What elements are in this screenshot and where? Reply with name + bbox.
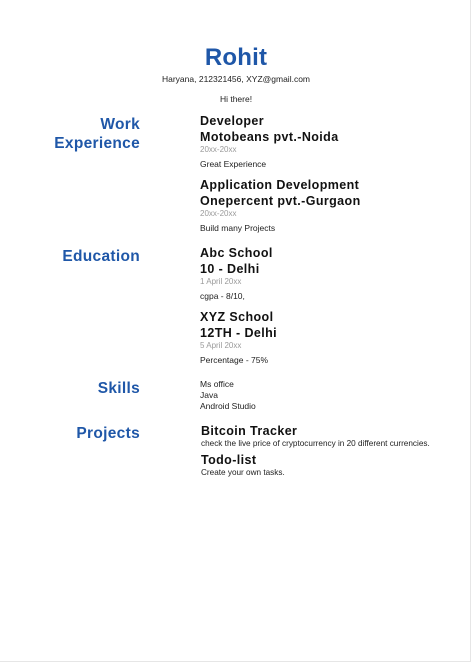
job-dates: 20xx-20xx xyxy=(200,209,237,218)
skills-list: Ms office Java Android Studio xyxy=(200,379,470,412)
school-date: 5 April 20xx xyxy=(200,341,242,350)
project-entry: Bitcoin Tracker check the live price of … xyxy=(201,424,471,449)
project-name: Bitcoin Tracker xyxy=(201,424,298,438)
candidate-name: Rohit xyxy=(204,44,268,71)
education-entry: Abc School 10 - Delhi 1 April 20xx cgpa … xyxy=(200,246,470,302)
section-title-line: Work xyxy=(100,116,140,133)
work-entry: Application Development Onepercent pvt.-… xyxy=(200,178,470,234)
school-date: 1 April 20xx xyxy=(200,277,242,286)
job-description: Great Experience xyxy=(200,159,267,169)
skill-item: Java xyxy=(200,390,218,400)
contact-info: Haryana, 212321456, XYZ@gmail.com xyxy=(161,74,310,84)
school-grade: 10 - Delhi xyxy=(200,261,260,276)
resume-header: Rohit Haryana, 212321456, XYZ@gmail.com … xyxy=(0,44,472,105)
school-name: Abc School xyxy=(200,246,273,260)
job-role: Application Development xyxy=(200,178,360,192)
skill-item: Ms office xyxy=(200,379,234,389)
job-role: Developer xyxy=(200,114,265,128)
school-score: cgpa - 8/10, xyxy=(200,291,245,301)
section-title-work-experience: Work Experience xyxy=(54,115,140,153)
section-title-skills: Skills xyxy=(97,380,140,397)
skill-item: Android Studio xyxy=(200,401,256,411)
section-title-line: Experience xyxy=(54,135,140,152)
project-description: check the live price of cryptocurrency i… xyxy=(201,439,430,448)
work-entry: Developer Motobeans pvt.-Noida 20xx-20xx… xyxy=(200,114,470,170)
job-description: Build many Projects xyxy=(200,223,276,233)
school-grade: 12TH - Delhi xyxy=(200,325,278,340)
school-name: XYZ School xyxy=(200,310,274,324)
section-title-education: Education xyxy=(62,248,140,265)
section-title-projects: Projects xyxy=(76,425,140,442)
job-company: Onepercent pvt.-Gurgaon xyxy=(200,193,361,208)
project-description: Create your own tasks. xyxy=(201,468,285,477)
job-company: Motobeans pvt.-Noida xyxy=(200,129,339,144)
greeting-text: Hi there! xyxy=(219,94,253,104)
project-name: Todo-list xyxy=(201,453,257,467)
project-entry: Todo-list Create your own tasks. xyxy=(201,453,471,478)
school-score: Percentage - 75% xyxy=(200,355,269,365)
job-dates: 20xx-20xx xyxy=(200,145,237,154)
education-entry: XYZ School 12TH - Delhi 5 April 20xx Per… xyxy=(200,310,470,366)
